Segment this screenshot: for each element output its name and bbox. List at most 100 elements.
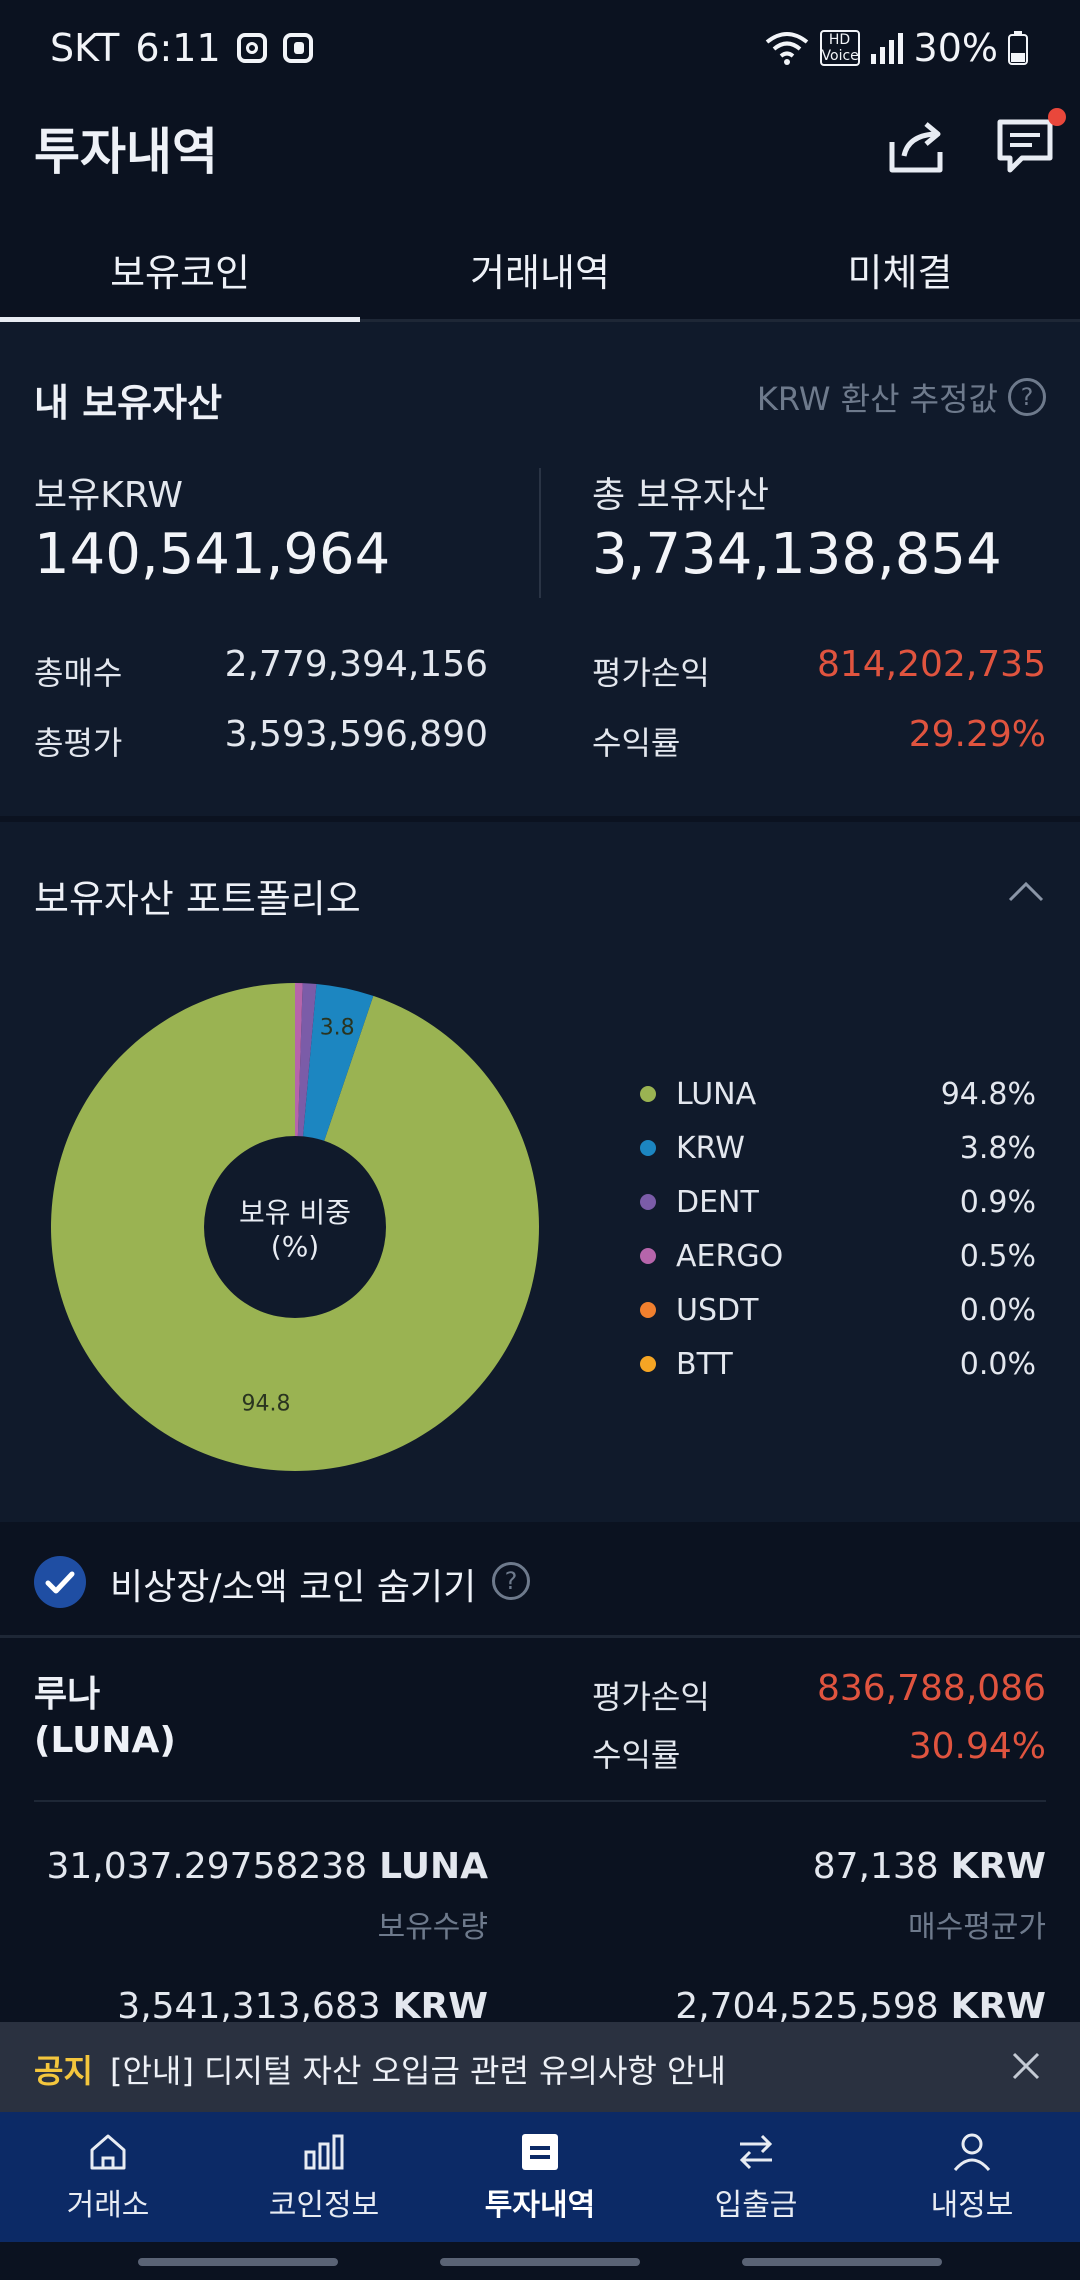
portfolio-donut-chart: 보유 비중 (%) 94.8 3.8 xyxy=(50,982,540,1472)
legend-dot xyxy=(640,1248,656,1264)
divider xyxy=(539,468,541,598)
tab-history[interactable]: 거래내역 xyxy=(360,226,720,319)
chart-legend: LUNA 94.8% KRW 3.8% DENT 0.9% AERGO 0.5% USDT 0.0… xyxy=(640,1067,1036,1391)
nav-deposit-withdraw[interactable]: 입출금 xyxy=(648,2112,864,2242)
pnl-value: 814,202,735 xyxy=(816,644,1046,685)
hide-coins-label: 비상장/소액 코인 숨기기 xyxy=(110,1567,477,1608)
notification-dot xyxy=(1048,108,1066,126)
krw-estimate-note[interactable]: KRW 환산 추정값 ? xyxy=(757,374,1046,420)
coin-rate-label: 수익률 xyxy=(592,1736,681,1774)
legend-dot xyxy=(640,1194,656,1210)
coin-name: 루나 (LUNA) xyxy=(34,1672,176,1764)
coin-pnl-value: 836,788,086 xyxy=(816,1668,1046,1709)
nav-coin-info-label: 코인정보 xyxy=(268,2188,380,2223)
home-icon xyxy=(90,2134,126,2170)
tab-unfilled[interactable]: 미체결 xyxy=(720,226,1080,319)
donut-svg: 보유 비중 (%) 94.8 3.8 xyxy=(51,983,539,1471)
legend-dot xyxy=(640,1140,656,1156)
avg-buy-price-unit: KRW xyxy=(950,1846,1046,1887)
battery-percent: 30% xyxy=(913,26,998,70)
list-icon xyxy=(522,2134,558,2170)
eval-amount-unit: KRW xyxy=(392,1986,488,2027)
instagram-icon xyxy=(236,33,267,63)
bar-chart-icon xyxy=(304,2134,344,2170)
legend-value: 0.0% xyxy=(959,1346,1036,1382)
nav-exchange[interactable]: 거래소 xyxy=(0,2112,216,2242)
coin-pnl-label: 평가손익 xyxy=(592,1678,710,1716)
holding-quantity-label: 보유수량 xyxy=(377,1910,488,1945)
donut-center-label-1: 보유 비중 xyxy=(239,1196,351,1229)
avg-buy-price: 87,138 KRW xyxy=(592,1846,1046,1887)
return-rate-label: 수익률 xyxy=(592,724,681,762)
page-title: 투자내역 xyxy=(34,123,218,181)
legend-value: 0.5% xyxy=(959,1238,1036,1274)
pnl-label: 평가손익 xyxy=(592,654,710,692)
eval-amount-value: 3,541,313,683 xyxy=(117,1986,381,2027)
portfolio-section: 보유자산 포트폴리오 보유 비중 (%) 94.8 3.8 LUNA 94.8% KR… xyxy=(0,822,1080,1522)
asset-section-title: 내 보유자산 xyxy=(34,381,223,425)
nav-my-info[interactable]: 내정보 xyxy=(864,2112,1080,2242)
tab-holdings[interactable]: 보유코인 xyxy=(0,226,360,322)
gesture-segment xyxy=(138,2258,338,2266)
gesture-bar xyxy=(0,2242,1080,2280)
chevron-up-icon[interactable] xyxy=(1006,872,1046,912)
coin-rate-value: 30.94% xyxy=(908,1726,1046,1767)
legend-item-luna: LUNA 94.8% xyxy=(640,1067,1036,1121)
legend-label: DENT xyxy=(676,1184,759,1220)
total-eval-value: 3,593,596,890 xyxy=(224,714,488,755)
carrier-text: SKT xyxy=(50,26,120,70)
legend-label: KRW xyxy=(676,1130,745,1166)
help-icon: ? xyxy=(1008,378,1046,416)
nav-investments[interactable]: 투자내역 xyxy=(432,2112,648,2242)
return-rate-value: 29.29% xyxy=(908,714,1046,755)
nav-my-info-label: 내정보 xyxy=(930,2188,1014,2223)
legend-value: 0.9% xyxy=(959,1184,1036,1220)
legend-item-krw: KRW 3.8% xyxy=(640,1121,1036,1175)
wifi-icon xyxy=(765,32,808,65)
notice-banner[interactable]: 공지 [안내] 디지털 자산 오입금 관련 유의사항 안내 xyxy=(0,2022,1080,2112)
hd-voice-badge: HD Voice xyxy=(819,30,860,66)
buy-amount-unit: KRW xyxy=(950,1986,1046,2027)
coin-ticker: (LUNA) xyxy=(34,1720,176,1761)
legend-value: 3.8% xyxy=(959,1130,1036,1166)
clock-text: 6:11 xyxy=(135,26,221,70)
total-assets-value: 3,734,138,854 xyxy=(592,522,1002,587)
avg-buy-price-value: 87,138 xyxy=(812,1846,939,1887)
holding-quantity-value: 31,037.29758238 xyxy=(46,1846,368,1887)
share-icon[interactable] xyxy=(882,112,952,182)
notice-text: [안내] 디지털 자산 오입금 관련 유의사항 안내 xyxy=(110,2052,726,2090)
total-eval-label: 총평가 xyxy=(34,724,123,762)
nav-investments-label: 투자내역 xyxy=(484,2188,596,2223)
legend-label: BTT xyxy=(676,1346,733,1382)
legend-value: 0.0% xyxy=(959,1292,1036,1328)
message-button[interactable] xyxy=(992,108,1066,182)
holding-quantity: 31,037.29758238 LUNA xyxy=(34,1846,488,1887)
total-assets-label: 총 보유자산 xyxy=(592,475,770,516)
nav-coin-info[interactable]: 코인정보 xyxy=(216,2112,432,2242)
buy-amount: 2,704,525,598 KRW xyxy=(592,1986,1046,2027)
battery-icon xyxy=(1008,31,1028,65)
close-icon[interactable] xyxy=(1004,2044,1048,2088)
krw-label: 보유KRW xyxy=(34,475,183,516)
legend-dot xyxy=(640,1086,656,1102)
buy-amount-value: 2,704,525,598 xyxy=(675,1986,939,2027)
donut-center-label-2: (%) xyxy=(271,1230,319,1263)
total-buy-label: 총매수 xyxy=(34,654,123,692)
hide-coins-checkbox[interactable] xyxy=(34,1556,86,1608)
legend-label: LUNA xyxy=(676,1076,757,1112)
legend-dot xyxy=(640,1356,656,1372)
avg-buy-price-label: 매수평균가 xyxy=(908,1910,1046,1945)
holding-quantity-unit: LUNA xyxy=(379,1846,488,1887)
nav-deposit-withdraw-label: 입출금 xyxy=(714,2188,798,2223)
nav-exchange-label: 거래소 xyxy=(66,2188,150,2223)
help-icon[interactable]: ? xyxy=(492,1562,530,1600)
check-icon xyxy=(45,1571,75,1594)
legend-item-btt: BTT 0.0% xyxy=(640,1337,1036,1391)
swap-icon xyxy=(739,2134,773,2170)
portfolio-title: 보유자산 포트폴리오 xyxy=(34,877,361,921)
bottom-nav: 거래소 코인정보 투자내역 입출금 내정보 xyxy=(0,2112,1080,2242)
legend-item-aergo: AERGO 0.5% xyxy=(640,1229,1036,1283)
legend-label: AERGO xyxy=(676,1238,784,1274)
hide-small-coins-row[interactable]: 비상장/소액 코인 숨기기 ? xyxy=(0,1522,1080,1638)
divider xyxy=(34,1800,1046,1802)
